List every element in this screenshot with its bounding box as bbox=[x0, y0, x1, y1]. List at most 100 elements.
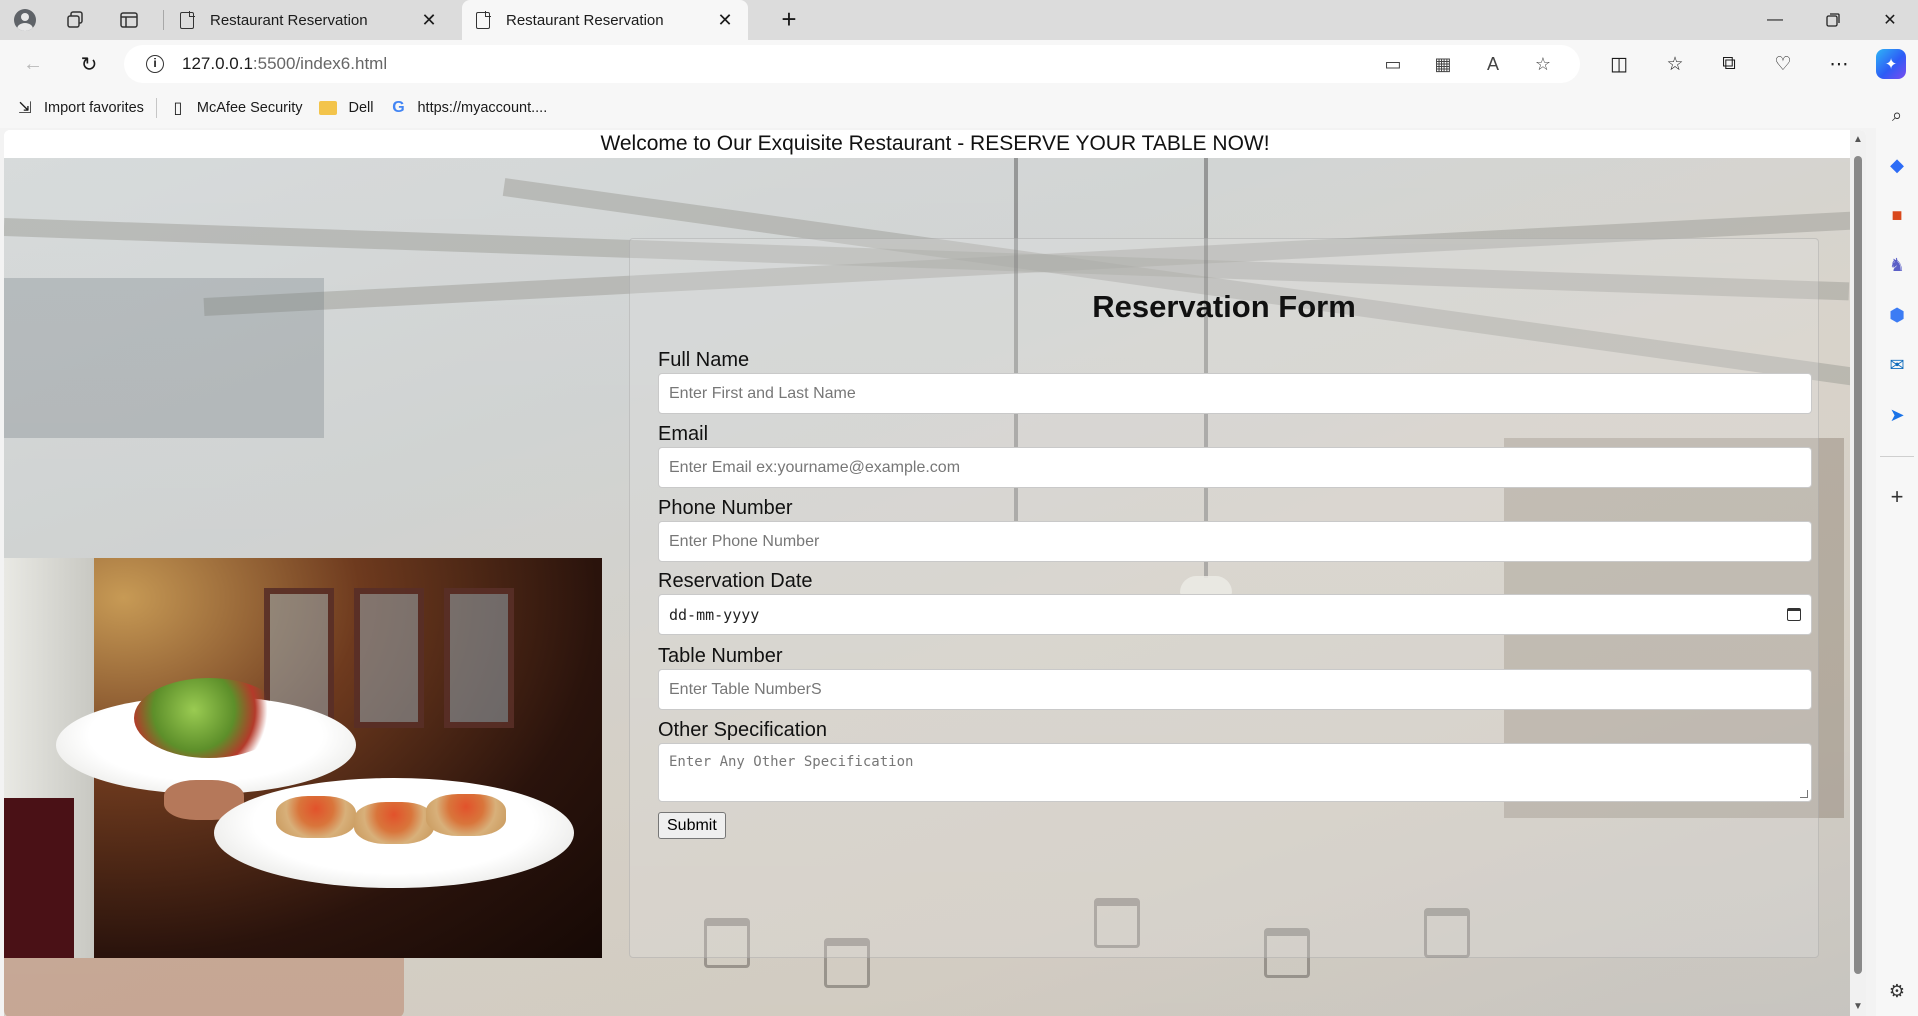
import-icon: ⇲ bbox=[18, 100, 32, 117]
photo-window bbox=[444, 588, 514, 728]
back-button[interactable]: ← bbox=[18, 49, 48, 79]
scroll-up-icon[interactable]: ▲ bbox=[1853, 134, 1863, 145]
profile-button[interactable] bbox=[10, 5, 40, 35]
device-icon[interactable]: ▭ bbox=[1378, 49, 1408, 79]
restore-button[interactable] bbox=[1806, 0, 1860, 40]
search-icon[interactable]: ⌕ bbox=[1882, 100, 1912, 130]
add-icon[interactable]: + bbox=[1882, 482, 1912, 512]
workspaces-icon bbox=[67, 11, 83, 28]
page-viewport: Welcome to Our Exquisite Restaurant - RE… bbox=[4, 130, 1866, 1016]
browser-essentials-icon[interactable]: ♡ bbox=[1767, 49, 1799, 79]
vertical-tabs-icon bbox=[120, 12, 138, 28]
send-icon[interactable]: ➤ bbox=[1882, 400, 1912, 430]
url-text[interactable]: 127.0.0.1:5500/index6.html bbox=[182, 54, 387, 74]
microsoft-365-icon[interactable]: ⬢ bbox=[1882, 300, 1912, 330]
email-input[interactable] bbox=[658, 447, 1812, 488]
site-info-icon[interactable]: i bbox=[146, 55, 164, 73]
games-icon[interactable]: ♞ bbox=[1882, 250, 1912, 280]
photo-window bbox=[354, 588, 424, 728]
restaurant-background: Reservation Form Full Name Email Phone N… bbox=[4, 158, 1850, 1016]
full-name-label: Full Name bbox=[658, 349, 750, 371]
waiter-with-plates-photo bbox=[4, 558, 602, 958]
submit-button[interactable]: Submit bbox=[658, 812, 726, 839]
page-icon bbox=[476, 10, 491, 29]
browser-window: Restaurant Reservation ✕ Restaurant Rese… bbox=[0, 0, 1918, 1016]
reload-button[interactable]: ↻ bbox=[74, 49, 104, 79]
reservation-form: Reservation Form Full Name Email Phone N… bbox=[629, 238, 1819, 958]
bookmark-label: Import favorites bbox=[44, 100, 144, 116]
window-panel bbox=[4, 278, 324, 438]
bookmark-separator bbox=[155, 98, 157, 118]
bruschetta bbox=[276, 796, 356, 838]
favorites-icon[interactable]: ☆ bbox=[1659, 49, 1691, 79]
tab-restaurant-reservation-2[interactable]: Restaurant Reservation ✕ bbox=[462, 0, 748, 40]
tab-title: Restaurant Reservation bbox=[210, 11, 368, 29]
close-icon[interactable]: ✕ bbox=[714, 10, 736, 31]
tab-title: Restaurant Reservation bbox=[506, 11, 664, 29]
tab-restaurant-reservation-1[interactable]: Restaurant Reservation ✕ bbox=[166, 0, 452, 40]
copilot-icon[interactable]: ✦ bbox=[1876, 49, 1906, 79]
app-available-icon[interactable]: ▦ bbox=[1428, 49, 1458, 79]
bookmark-myaccount[interactable]: G https://myaccount.... bbox=[381, 92, 555, 124]
tab-strip: Restaurant Reservation ✕ Restaurant Rese… bbox=[0, 0, 1918, 40]
salad bbox=[134, 678, 284, 758]
scrollbar-thumb[interactable] bbox=[1854, 156, 1862, 974]
sidebar-divider bbox=[1880, 456, 1914, 457]
read-aloud-icon[interactable]: A bbox=[1478, 49, 1508, 79]
navigation-toolbar: ← ↻ i 127.0.0.1:5500/index6.html ▭ ▦ A ☆… bbox=[0, 40, 1918, 88]
bookmark-import-favorites[interactable]: ⇲ Import favorites bbox=[8, 92, 152, 124]
email-label: Email bbox=[658, 423, 709, 445]
scroll-down-icon[interactable]: ▼ bbox=[1853, 1001, 1863, 1012]
reservation-date-input[interactable]: dd-mm-yyyy bbox=[658, 594, 1812, 635]
bruschetta bbox=[426, 794, 506, 836]
waiter-apron bbox=[4, 798, 74, 958]
split-screen-icon[interactable]: ◫ bbox=[1603, 49, 1635, 79]
other-specification-textarea[interactable]: Enter Any Other Specification bbox=[658, 743, 1812, 802]
bookmark-label: https://myaccount.... bbox=[417, 100, 548, 116]
welcome-banner: Welcome to Our Exquisite Restaurant - RE… bbox=[4, 130, 1866, 158]
tab-separator bbox=[163, 10, 164, 30]
restore-icon bbox=[1826, 13, 1840, 27]
minimize-button[interactable]: — bbox=[1748, 0, 1802, 40]
more-menu-icon[interactable]: ⋯ bbox=[1823, 49, 1855, 79]
phone-input[interactable] bbox=[658, 521, 1812, 562]
address-bar[interactable]: i 127.0.0.1:5500/index6.html ▭ ▦ A ☆ bbox=[124, 45, 1580, 83]
bookmarks-bar: ⇲ Import favorites ▯ McAfee Security Del… bbox=[0, 88, 1918, 128]
resize-grip-icon[interactable] bbox=[1800, 790, 1808, 798]
tools-briefcase-icon[interactable]: ■ bbox=[1882, 200, 1912, 230]
settings-gear-icon[interactable]: ⚙ bbox=[1882, 976, 1912, 1006]
url-path: :5500/index6.html bbox=[252, 54, 388, 73]
bookmark-mcafee-security[interactable]: ▯ McAfee Security bbox=[161, 92, 311, 124]
table-number-label: Table Number bbox=[658, 645, 783, 667]
page-icon bbox=[180, 10, 195, 29]
shopping-tag-icon[interactable]: ◆ bbox=[1882, 150, 1912, 180]
window-close-button[interactable]: ✕ bbox=[1863, 0, 1917, 40]
collections-icon[interactable]: ⧉ bbox=[1713, 49, 1745, 79]
phone-label: Phone Number bbox=[658, 497, 793, 519]
close-icon[interactable]: ✕ bbox=[418, 10, 440, 31]
profile-icon bbox=[14, 9, 36, 31]
vertical-tabs-button[interactable] bbox=[114, 5, 144, 35]
textarea-placeholder: Enter Any Other Specification bbox=[669, 754, 914, 770]
form-title: Reservation Form bbox=[1092, 289, 1356, 324]
folder-icon bbox=[318, 101, 337, 115]
google-icon: G bbox=[392, 99, 405, 116]
outlook-icon[interactable]: ✉ bbox=[1882, 350, 1912, 380]
table-number-input[interactable] bbox=[658, 669, 1812, 710]
calendar-icon[interactable] bbox=[1787, 608, 1801, 621]
other-specification-label: Other Specification bbox=[658, 719, 827, 741]
vertical-scrollbar[interactable]: ▲ ▼ bbox=[1850, 130, 1866, 1016]
full-name-input[interactable] bbox=[658, 373, 1812, 414]
bookmark-label: Dell bbox=[348, 100, 374, 116]
favorite-star-icon[interactable]: ☆ bbox=[1528, 49, 1558, 79]
date-placeholder: dd-mm-yyyy bbox=[669, 605, 760, 624]
reservation-date-label: Reservation Date bbox=[658, 570, 813, 592]
bookmark-label: McAfee Security bbox=[196, 100, 303, 116]
workspaces-button[interactable] bbox=[60, 5, 90, 35]
bookmark-dell[interactable]: Dell bbox=[311, 92, 382, 124]
bruschetta bbox=[354, 802, 434, 844]
edge-sidebar: ⌕ ◆ ■ ♞ ⬢ ✉ ➤ + ⚙ bbox=[1876, 88, 1918, 1016]
new-tab-button[interactable]: + bbox=[774, 5, 804, 35]
page-icon: ▯ bbox=[173, 100, 183, 117]
url-host: 127.0.0.1 bbox=[182, 54, 253, 73]
